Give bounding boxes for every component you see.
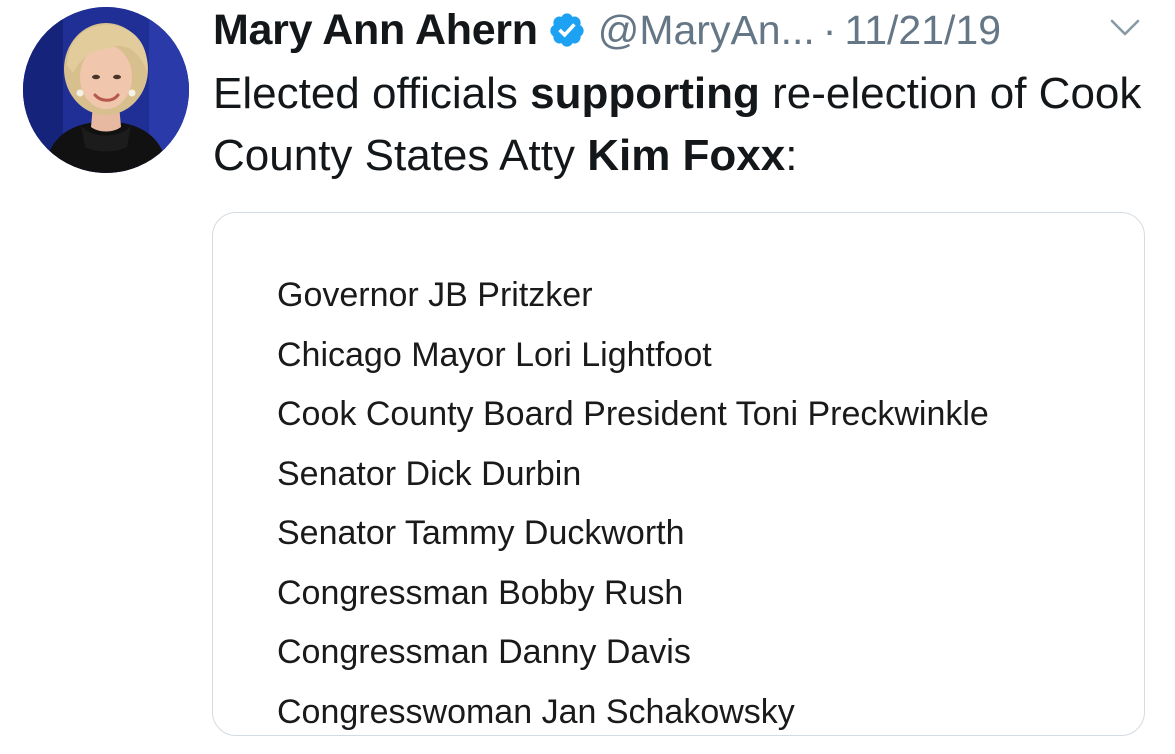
list-item: Chicago Mayor Lori Lightfoot xyxy=(277,335,712,374)
list-item: Senator Dick Durbin xyxy=(277,454,582,493)
tweet-text-part: Elected officials xyxy=(213,69,531,118)
separator-dot: · xyxy=(822,6,837,53)
list-item: Congressman Bobby Rush xyxy=(277,573,684,612)
author-name[interactable]: Mary Ann Ahern xyxy=(213,6,538,55)
list-item: Congresswoman Jan Schakowsky xyxy=(277,692,795,731)
author-handle[interactable]: @MaryAn... xyxy=(598,7,815,54)
officials-list: Governor JB Pritzker Chicago Mayor Lori … xyxy=(277,266,989,735)
tweet-header: Mary Ann Ahern @MaryAn... · 11/21/19 xyxy=(213,2,1001,58)
tweet-text-part: : xyxy=(785,131,798,180)
list-item: Congressman Danny Davis xyxy=(277,633,691,671)
media-card[interactable]: Governor JB Pritzker Chicago Mayor Lori … xyxy=(212,212,1145,736)
tweet-date[interactable]: 11/21/19 xyxy=(844,7,1001,54)
list-item: Cook County Board President Toni Preckwi… xyxy=(277,395,989,433)
avatar[interactable] xyxy=(23,7,189,173)
verified-badge-icon xyxy=(548,11,586,49)
chevron-down-icon[interactable] xyxy=(1109,16,1141,40)
tweet-text: Elected officials supporting re-election… xyxy=(213,63,1153,187)
tweet-text-bold: Kim Foxx xyxy=(587,131,786,180)
list-item: Senator Tammy Duckworth xyxy=(277,514,685,552)
tweet-text-bold: supporting xyxy=(530,69,760,118)
list-item: Governor JB Pritzker xyxy=(277,276,593,314)
profile-photo xyxy=(23,7,189,173)
